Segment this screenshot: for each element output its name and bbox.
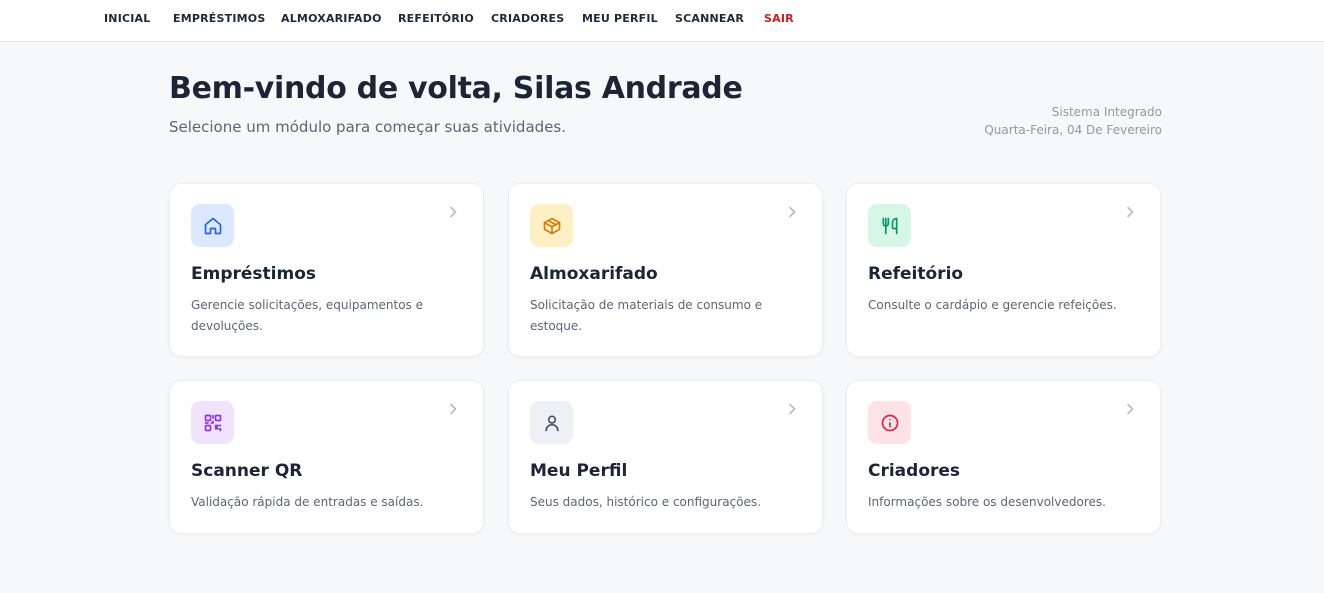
info-icon bbox=[868, 401, 911, 444]
nav-item-emprestimos[interactable]: EMPRÉSTIMOS bbox=[173, 12, 265, 25]
card-description: Validação rápida de entradas e saídas. bbox=[191, 495, 424, 509]
nav-item-scannear[interactable]: SCANNEAR bbox=[675, 12, 744, 25]
card-description: Solicitação de materiais de consumo e es… bbox=[530, 298, 763, 333]
nav-item-criadores[interactable]: CRIADORES bbox=[491, 12, 564, 25]
chevron-right-icon bbox=[786, 403, 798, 415]
system-name: Sistema Integrado bbox=[1051, 105, 1162, 119]
card-title: Meu Perfil bbox=[530, 461, 628, 481]
home-icon bbox=[191, 204, 234, 247]
card-title: Scanner QR bbox=[191, 461, 303, 481]
card-description: Seus dados, histórico e configurações. bbox=[530, 495, 761, 509]
qr-code-icon bbox=[191, 401, 234, 444]
page-title: Bem-vindo de volta, Silas Andrade bbox=[169, 71, 743, 106]
module-card-emprestimos[interactable]: Empréstimos Gerencie solicitações, equip… bbox=[169, 183, 484, 357]
card-description: Informações sobre os desenvolvedores. bbox=[868, 495, 1106, 509]
nav-item-meu-perfil[interactable]: MEU PERFIL bbox=[582, 12, 658, 25]
utensils-icon bbox=[868, 204, 911, 247]
nav-item-logout[interactable]: SAIR bbox=[764, 12, 794, 25]
card-title: Refeitório bbox=[868, 264, 964, 284]
chevron-right-icon bbox=[447, 403, 459, 415]
card-description: Gerencie solicitações, equipamentos e de… bbox=[191, 298, 424, 333]
page-subtitle: Selecione um módulo para começar suas at… bbox=[169, 118, 566, 136]
chevron-right-icon bbox=[786, 206, 798, 218]
chevron-right-icon bbox=[1124, 403, 1136, 415]
top-navigation: INICIAL EMPRÉSTIMOS ALMOXARIFADO REFEITÓ… bbox=[0, 0, 1324, 42]
module-card-refeitorio[interactable]: Refeitório Consulte o cardápio e gerenci… bbox=[846, 183, 1161, 357]
module-card-scanner-qr[interactable]: Scanner QR Validação rápida de entradas … bbox=[169, 380, 484, 534]
nav-item-inicial[interactable]: INICIAL bbox=[104, 12, 150, 25]
card-title: Empréstimos bbox=[191, 264, 316, 284]
module-card-meu-perfil[interactable]: Meu Perfil Seus dados, histórico e confi… bbox=[508, 380, 823, 534]
module-card-criadores[interactable]: Criadores Informações sobre os desenvolv… bbox=[846, 380, 1161, 534]
package-icon bbox=[530, 204, 573, 247]
current-date: Quarta-Feira, 04 De Fevereiro bbox=[984, 123, 1162, 137]
nav-item-almoxarifado[interactable]: ALMOXARIFADO bbox=[281, 12, 382, 25]
card-title: Almoxarifado bbox=[530, 264, 658, 284]
card-description: Consulte o cardápio e gerencie refeições… bbox=[868, 298, 1117, 312]
user-icon bbox=[530, 401, 573, 444]
module-card-almoxarifado[interactable]: Almoxarifado Solicitação de materiais de… bbox=[508, 183, 823, 357]
system-info: Sistema Integrado Quarta-Feira, 04 De Fe… bbox=[984, 103, 1162, 139]
chevron-right-icon bbox=[1124, 206, 1136, 218]
card-title: Criadores bbox=[868, 461, 961, 481]
nav-item-refeitorio[interactable]: REFEITÓRIO bbox=[398, 12, 474, 25]
chevron-right-icon bbox=[447, 206, 459, 218]
